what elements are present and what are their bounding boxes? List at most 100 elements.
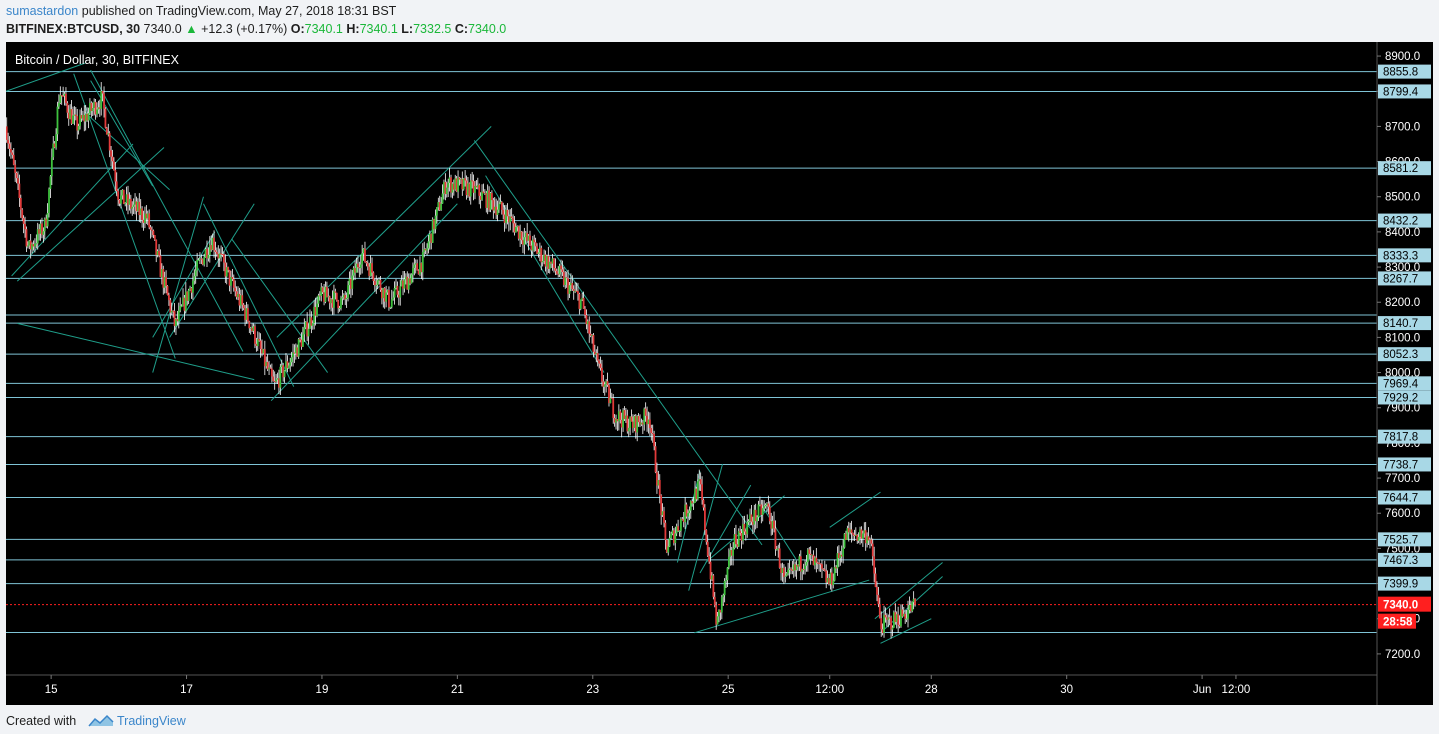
- trendline: [473, 140, 763, 546]
- publish-line: sumastardon published on TradingView.com…: [6, 4, 396, 18]
- level-label: 8799.4: [1383, 86, 1419, 98]
- candle-body: [708, 555, 711, 562]
- candle-body: [822, 568, 825, 570]
- candle-body: [416, 263, 419, 271]
- candle-body: [447, 182, 450, 188]
- candle-body: [880, 618, 883, 630]
- candle-body: [325, 286, 328, 298]
- y-tick-label: 8500.0: [1385, 192, 1420, 204]
- candle-body: [750, 514, 753, 522]
- candle-body: [891, 627, 894, 630]
- candle-body: [747, 520, 750, 523]
- high-label: H:: [346, 22, 360, 36]
- chart-title: Bitcoin / Dollar, 30, BITFINEX: [15, 53, 180, 67]
- candle-body: [725, 580, 727, 582]
- candle-body: [122, 189, 125, 205]
- level-label: 7969.4: [1383, 378, 1419, 390]
- candle-body: [46, 212, 49, 227]
- candle-body: [687, 513, 689, 517]
- y-tick-label: 7200.0: [1385, 649, 1420, 661]
- candle-body: [375, 284, 378, 286]
- candle-body: [878, 604, 881, 619]
- candle-body: [120, 195, 122, 204]
- close-value: 7340.0: [468, 22, 507, 36]
- candle-body: [703, 507, 706, 531]
- candle-body: [359, 264, 362, 269]
- candle-body: [571, 283, 574, 290]
- candle-body: [667, 546, 670, 553]
- price-chart[interactable]: 7200.07300.07400.07500.07600.07700.07800…: [6, 42, 1433, 705]
- candle-body: [821, 564, 823, 569]
- candle-body: [396, 285, 399, 295]
- trendline: [90, 80, 154, 187]
- candle-body: [26, 245, 29, 247]
- candle-body: [537, 252, 540, 254]
- candle-body: [91, 108, 94, 112]
- candle-body: [533, 239, 536, 243]
- candle-body: [778, 548, 781, 568]
- candle-body: [861, 533, 864, 539]
- candle-body: [434, 215, 437, 230]
- candle-body: [165, 277, 167, 287]
- open-value: 7340.1: [304, 22, 343, 36]
- candle-body: [103, 93, 105, 109]
- candle-body: [678, 530, 681, 532]
- candle-body: [366, 263, 369, 267]
- candle-body: [726, 567, 729, 581]
- candle-body: [311, 323, 314, 326]
- trendline: [6, 62, 86, 92]
- candle-body: [72, 115, 74, 124]
- candle-body: [757, 504, 760, 518]
- candle-body: [716, 616, 719, 625]
- trendline: [276, 126, 492, 338]
- y-tick-label: 8400.0: [1385, 227, 1420, 239]
- x-tick-label: 12:00: [815, 684, 844, 696]
- candle-body: [153, 235, 156, 240]
- candle-body: [18, 183, 21, 198]
- created-with-text: Created with: [6, 714, 77, 728]
- candle-body: [598, 360, 601, 364]
- tradingview-logo-icon[interactable]: [88, 714, 114, 728]
- candle-body: [248, 321, 251, 329]
- current-price-label: 7340.0: [1383, 600, 1418, 612]
- candle-body: [768, 506, 771, 522]
- symbol-name: BITFINEX:BTCUSD, 30: [6, 22, 141, 36]
- candle-body: [227, 267, 230, 271]
- candle-body: [706, 541, 709, 556]
- candle-body: [258, 339, 261, 341]
- author-link[interactable]: sumastardon: [6, 4, 78, 18]
- up-triangle-icon: ▲: [185, 22, 198, 36]
- candle-body: [874, 573, 877, 588]
- candle-body: [214, 250, 217, 252]
- candle-body: [215, 251, 218, 254]
- candle-body: [599, 363, 602, 368]
- low-label: L:: [401, 22, 414, 36]
- candle-body: [510, 216, 513, 219]
- candle-body: [668, 537, 671, 547]
- candle-body: [124, 203, 127, 205]
- candle-body: [774, 528, 777, 550]
- level-label: 8267.7: [1383, 273, 1418, 285]
- candle-body: [713, 596, 716, 606]
- candle-body: [427, 241, 430, 249]
- candle-body: [373, 280, 376, 286]
- candle-body: [66, 103, 69, 113]
- candle-body: [565, 277, 568, 279]
- chart-area[interactable]: 7200.07300.07400.07500.07600.07700.07800…: [6, 42, 1433, 705]
- candle-body: [100, 91, 103, 109]
- trendline: [231, 238, 328, 373]
- level-label: 7817.8: [1383, 432, 1418, 444]
- tradingview-link[interactable]: TradingView: [117, 714, 186, 728]
- candle-body: [168, 294, 170, 301]
- candle-body: [644, 408, 647, 416]
- candle-body: [14, 164, 17, 173]
- candle-body: [385, 292, 388, 302]
- candle-body: [166, 286, 169, 295]
- candle-body: [197, 259, 200, 261]
- trendline: [90, 69, 244, 352]
- candle-body: [289, 362, 292, 366]
- trendline: [694, 579, 870, 634]
- y-tick-label: 7700.0: [1385, 473, 1420, 485]
- candle-body: [579, 299, 582, 309]
- candle-body: [790, 568, 792, 570]
